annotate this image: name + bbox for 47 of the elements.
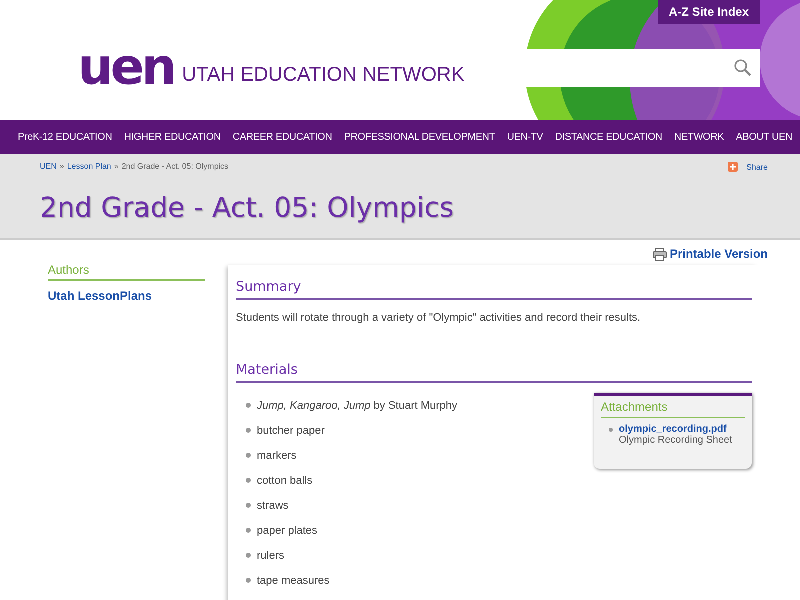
- nav-link[interactable]: PROFESSIONAL DEVELOPMENT: [338, 132, 502, 142]
- bullet-icon: [246, 478, 251, 483]
- page-title: 2nd Grade - Act. 05: Olympics: [40, 192, 455, 224]
- bullet-icon: [246, 428, 251, 433]
- plus-icon[interactable]: [728, 162, 738, 172]
- logo[interactable]: uen: [78, 44, 174, 90]
- authors-heading: Authors: [48, 263, 205, 281]
- breadcrumb-text: 2nd Grade - Act. 05: Olympics: [122, 162, 229, 172]
- nav-link[interactable]: ABOUT UEN: [730, 132, 798, 142]
- attachments-heading: Attachments: [601, 400, 745, 418]
- material-item: cotton balls: [257, 474, 313, 486]
- file-link[interactable]: olympic_recording.pdf: [619, 424, 732, 435]
- site-index-button[interactable]: A-Z Site Index: [658, 0, 760, 24]
- summary-text: Students will rotate through a variety of "Olympic" activities and record their results.: [236, 312, 642, 324]
- printable-version-link[interactable]: Printable Version: [652, 247, 768, 261]
- bullet-icon: [246, 503, 251, 508]
- breadcrumb-text: »: [114, 162, 119, 172]
- nav-link[interactable]: NETWORK: [668, 132, 730, 142]
- search-icon[interactable]: [734, 59, 752, 77]
- printer-icon: [652, 248, 667, 260]
- nav-link[interactable]: DISTANCE EDUCATION: [549, 132, 668, 142]
- material-item: rulers: [257, 550, 285, 562]
- nav-link[interactable]: HIGHER EDUCATION: [118, 132, 227, 142]
- material-item: markers: [257, 450, 297, 462]
- breadcrumb-text: »: [60, 162, 64, 172]
- author-link[interactable]: Utah LessonPlans: [48, 289, 205, 303]
- breadcrumb-link[interactable]: Lesson Plan: [67, 162, 112, 172]
- nav-link[interactable]: CAREER EDUCATION: [226, 132, 338, 142]
- breadcrumb-link[interactable]: UEN: [40, 162, 57, 172]
- material-item: butcher paper: [257, 424, 325, 436]
- bullet-icon: [246, 553, 251, 558]
- nav-link[interactable]: UEN-TV: [501, 132, 550, 142]
- bullet-icon: [246, 578, 251, 583]
- nav-link[interactable]: PreK-12 EDUCATION: [12, 132, 118, 142]
- bullet-icon: [609, 428, 613, 432]
- section-heading: Summary: [236, 279, 752, 300]
- section-heading: Materials: [236, 362, 752, 383]
- bullet-icon: [246, 453, 251, 458]
- share-link[interactable]: Share: [746, 162, 768, 172]
- bullet-icon: [246, 403, 251, 408]
- site-name: UTAH EDUCATION NETWORK: [182, 64, 465, 86]
- material-item: Jump, Kangaroo, Jump by Stuart Murphy: [257, 400, 458, 412]
- file-description: Olympic Recording Sheet: [619, 435, 732, 446]
- material-item: tape measures: [257, 574, 330, 586]
- material-item: paper plates: [257, 524, 318, 536]
- material-item: straws: [257, 500, 289, 512]
- bullet-icon: [246, 528, 251, 533]
